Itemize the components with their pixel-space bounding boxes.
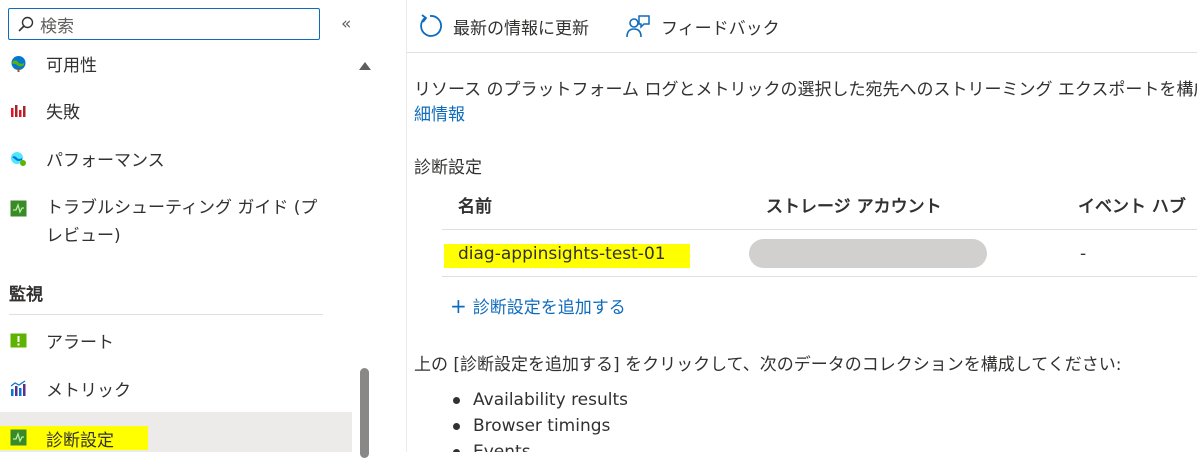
feedback-button[interactable]: フィードバック — [625, 12, 780, 40]
feedback-label: フィードバック — [661, 18, 780, 39]
details-link[interactable]: 細情報 — [414, 105, 465, 125]
list-item: Browser timings — [414, 413, 628, 439]
sidebar-item-label: メトリック — [46, 380, 131, 401]
event-hub-cell: - — [1080, 244, 1087, 264]
plus-icon: + — [450, 293, 467, 318]
section-title-monitoring: 監視 — [9, 285, 43, 305]
column-header-name: 名前 — [458, 197, 492, 217]
feedback-icon — [626, 15, 650, 38]
command-bar: 最新の情報に更新 フィードバック — [407, 0, 1197, 53]
sidebar-item-label: パフォーマンス — [46, 150, 165, 171]
collection-note: 上の [診断設定を追加する] をクリックして、次のデータのコレクションを構成して… — [414, 355, 1122, 375]
scroll-up-arrow-icon[interactable] — [359, 62, 371, 70]
sidebar-item-performance[interactable]: パフォーマンス — [0, 141, 352, 175]
sidebar-item-diagnostic-settings[interactable]: 診断設定 — [0, 412, 352, 452]
alert-icon — [10, 333, 27, 348]
metrics-icon — [10, 380, 26, 396]
section-divider — [9, 314, 323, 315]
globe-icon — [11, 56, 26, 72]
refresh-label: 最新の情報に更新 — [453, 18, 589, 39]
sidebar: 検索 « 可用性 失敗 パフォーマンス トラブルシューティング ガイド (プレビ… — [0, 0, 380, 458]
column-header-storage-account: ストレージ アカウント — [766, 197, 942, 217]
sidebar-item-alerts[interactable]: アラート — [0, 323, 352, 357]
sidebar-divider — [406, 0, 407, 452]
add-diagnostic-setting-link[interactable]: + 診断設定を追加する — [450, 293, 626, 319]
scrollbar-thumb[interactable] — [360, 368, 369, 458]
sidebar-item-label: 可用性 — [46, 55, 97, 76]
sidebar-item-label: 失敗 — [46, 102, 80, 123]
column-header-event-hub: イベント ハブ — [1078, 197, 1186, 217]
row-divider — [442, 276, 1197, 277]
page-description: リソース のプラットフォーム ログとメトリックの選択した宛先へのストリーミング … — [414, 78, 1197, 128]
setting-name-cell[interactable]: diag-appinsights-test-01 — [458, 244, 666, 264]
data-collection-list: Availability results Browser timings Eve… — [414, 387, 628, 452]
search-input[interactable]: 検索 — [8, 8, 320, 40]
performance-globe-icon — [11, 152, 26, 166]
header-divider — [442, 229, 1197, 230]
search-placeholder: 検索 — [40, 16, 74, 37]
sidebar-scrollbar[interactable] — [352, 56, 376, 458]
list-item: Events — [414, 439, 628, 452]
troubleshoot-guide-icon — [10, 200, 27, 217]
bar-chart-red-icon — [11, 105, 26, 117]
redacted-storage-account — [749, 239, 987, 268]
main-content: リソース のプラットフォーム ログとメトリックの選択した宛先へのストリーミング … — [414, 52, 1197, 452]
description-text: リソース のプラットフォーム ログとメトリックの選択した宛先へのストリーミング … — [414, 80, 1197, 100]
collapse-sidebar-button[interactable]: « — [341, 14, 352, 34]
sidebar-item-troubleshooting-guide[interactable]: トラブルシューティング ガイド (プレビュー) — [0, 190, 352, 250]
diagnostic-settings-heading: 診断設定 — [414, 158, 482, 178]
list-item: Availability results — [414, 387, 628, 413]
sidebar-item-label: 診断設定 — [46, 431, 114, 451]
refresh-button[interactable]: 最新の情報に更新 — [417, 12, 589, 40]
sidebar-item-label: トラブルシューティング ガイド (プレビュー) — [46, 198, 318, 246]
diagnostic-settings-icon — [10, 429, 27, 446]
sidebar-item-label: アラート — [46, 332, 114, 353]
refresh-icon — [420, 14, 442, 37]
sidebar-item-failures[interactable]: 失敗 — [0, 93, 352, 127]
sidebar-item-metrics[interactable]: メトリック — [0, 371, 352, 405]
add-diagnostic-setting-label: 診断設定を追加する — [472, 298, 626, 318]
search-icon — [18, 16, 34, 32]
sidebar-item-availability[interactable]: 可用性 — [0, 46, 352, 80]
